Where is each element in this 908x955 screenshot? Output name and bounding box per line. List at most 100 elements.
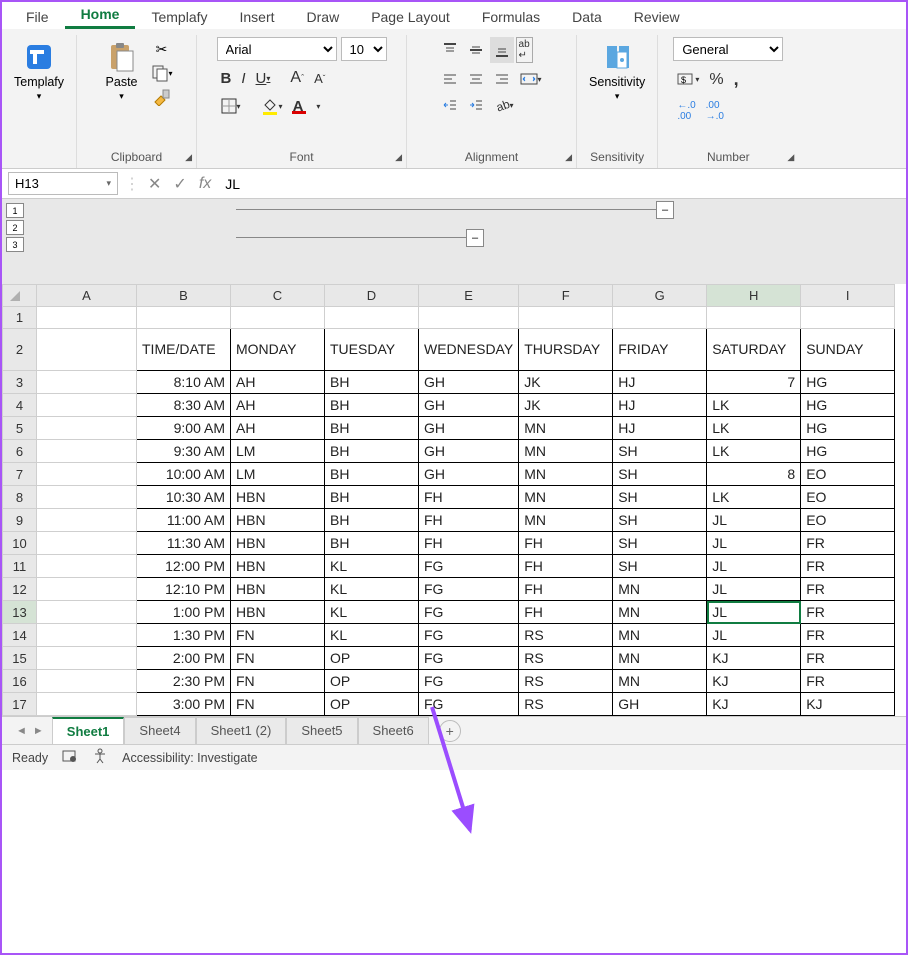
cell-C3[interactable]: AH (231, 371, 325, 394)
cut-button[interactable]: ✂ (151, 39, 173, 59)
cell-H11[interactable]: JL (707, 555, 801, 578)
cell-D13[interactable]: KL (325, 601, 419, 624)
font-size-select[interactable]: 10 (341, 37, 387, 61)
decrease-decimal-button[interactable]: .00→.0 (702, 98, 728, 124)
cell-C14[interactable]: FN (231, 624, 325, 647)
cell-H8[interactable]: LK (707, 486, 801, 509)
cell-A14[interactable] (37, 624, 137, 647)
cell-H7[interactable]: 8 (707, 463, 801, 486)
cell-C11[interactable]: HBN (231, 555, 325, 578)
row-header-4[interactable]: 4 (3, 394, 37, 417)
cell-G2[interactable]: FRIDAY (613, 329, 707, 371)
column-header-H[interactable]: H (707, 285, 801, 307)
align-bottom-button[interactable] (490, 37, 514, 63)
cell-C6[interactable]: LM (231, 440, 325, 463)
cell-D1[interactable] (325, 307, 419, 329)
cell-G5[interactable]: HJ (613, 417, 707, 440)
cell-F10[interactable]: FH (519, 532, 613, 555)
cell-D5[interactable]: BH (325, 417, 419, 440)
cell-F3[interactable]: JK (519, 371, 613, 394)
cell-D9[interactable]: BH (325, 509, 419, 532)
macro-record-icon[interactable] (62, 749, 78, 766)
cell-I2[interactable]: SUNDAY (801, 329, 895, 371)
row-header-7[interactable]: 7 (3, 463, 37, 486)
cell-F5[interactable]: MN (519, 417, 613, 440)
cell-B4[interactable]: 8:30 AM (137, 394, 231, 417)
accounting-format-button[interactable]: $▾ (673, 67, 703, 92)
cell-I13[interactable]: FR (801, 601, 895, 624)
cell-B11[interactable]: 12:00 PM (137, 555, 231, 578)
number-format-select[interactable]: General (673, 37, 783, 61)
cell-D15[interactable]: OP (325, 647, 419, 670)
clipboard-dialog-launcher[interactable]: ◢ (185, 152, 192, 163)
cell-D3[interactable]: BH (325, 371, 419, 394)
borders-button[interactable]: ▾ (217, 96, 245, 116)
cell-I11[interactable]: FR (801, 555, 895, 578)
cell-B16[interactable]: 2:30 PM (137, 670, 231, 693)
outline-collapse-1[interactable]: – (656, 201, 674, 219)
cell-A17[interactable] (37, 693, 137, 716)
cell-A3[interactable] (37, 371, 137, 394)
cell-F7[interactable]: MN (519, 463, 613, 486)
outline-level-1[interactable]: 1 (6, 203, 24, 218)
cell-H3[interactable]: 7 (707, 371, 801, 394)
cell-A7[interactable] (37, 463, 137, 486)
decrease-indent-button[interactable] (438, 95, 462, 115)
align-middle-button[interactable] (464, 37, 488, 63)
cell-D8[interactable]: BH (325, 486, 419, 509)
cell-E9[interactable]: FH (419, 509, 519, 532)
cell-F16[interactable]: RS (519, 670, 613, 693)
cell-G7[interactable]: SH (613, 463, 707, 486)
accessibility-status[interactable]: Accessibility: Investigate (122, 751, 257, 765)
sheet-tab-sheet5[interactable]: Sheet5 (286, 717, 357, 744)
column-header-A[interactable]: A (37, 285, 137, 307)
cell-A9[interactable] (37, 509, 137, 532)
cell-H1[interactable] (707, 307, 801, 329)
cell-E3[interactable]: GH (419, 371, 519, 394)
cell-G10[interactable]: SH (613, 532, 707, 555)
select-all-cell[interactable] (3, 285, 37, 307)
copy-button[interactable]: ▾ (151, 63, 173, 83)
outline-level-2[interactable]: 2 (6, 220, 24, 235)
cell-E2[interactable]: WEDNESDAY (419, 329, 519, 371)
fill-color-button[interactable]: ▾ (257, 95, 287, 117)
column-header-G[interactable]: G (613, 285, 707, 307)
cell-H6[interactable]: LK (707, 440, 801, 463)
font-color-button[interactable]: A▾ (289, 95, 325, 117)
cell-E16[interactable]: FG (419, 670, 519, 693)
cell-B6[interactable]: 9:30 AM (137, 440, 231, 463)
cell-D14[interactable]: KL (325, 624, 419, 647)
increase-indent-button[interactable] (464, 95, 488, 115)
cell-F2[interactable]: THURSDAY (519, 329, 613, 371)
cell-C15[interactable]: FN (231, 647, 325, 670)
font-dialog-launcher[interactable]: ◢ (395, 152, 402, 163)
cell-F17[interactable]: RS (519, 693, 613, 716)
cell-B9[interactable]: 11:00 AM (137, 509, 231, 532)
cell-A12[interactable] (37, 578, 137, 601)
cell-A13[interactable] (37, 601, 137, 624)
cell-E1[interactable] (419, 307, 519, 329)
row-header-15[interactable]: 15 (3, 647, 37, 670)
column-header-B[interactable]: B (137, 285, 231, 307)
ribbon-tab-home[interactable]: Home (65, 2, 136, 29)
cell-I12[interactable]: FR (801, 578, 895, 601)
cell-I9[interactable]: EO (801, 509, 895, 532)
cell-I6[interactable]: HG (801, 440, 895, 463)
insert-function-button[interactable]: fx (199, 175, 211, 193)
cell-I1[interactable] (801, 307, 895, 329)
decrease-font-button[interactable]: Aˇ (310, 69, 329, 88)
cell-I7[interactable]: EO (801, 463, 895, 486)
cell-B15[interactable]: 2:00 PM (137, 647, 231, 670)
column-header-D[interactable]: D (325, 285, 419, 307)
cancel-formula-button[interactable]: ✕ (148, 174, 161, 194)
paste-button[interactable]: Paste ▾ (99, 37, 145, 106)
spreadsheet-grid[interactable]: ABCDEFGHI12TIME/DATEMONDAYTUESDAYWEDNESD… (2, 284, 906, 716)
row-header-1[interactable]: 1 (3, 307, 37, 329)
cell-H16[interactable]: KJ (707, 670, 801, 693)
cell-I3[interactable]: HG (801, 371, 895, 394)
cell-G8[interactable]: SH (613, 486, 707, 509)
cell-C12[interactable]: HBN (231, 578, 325, 601)
cell-E8[interactable]: FH (419, 486, 519, 509)
cell-H15[interactable]: KJ (707, 647, 801, 670)
cell-E6[interactable]: GH (419, 440, 519, 463)
